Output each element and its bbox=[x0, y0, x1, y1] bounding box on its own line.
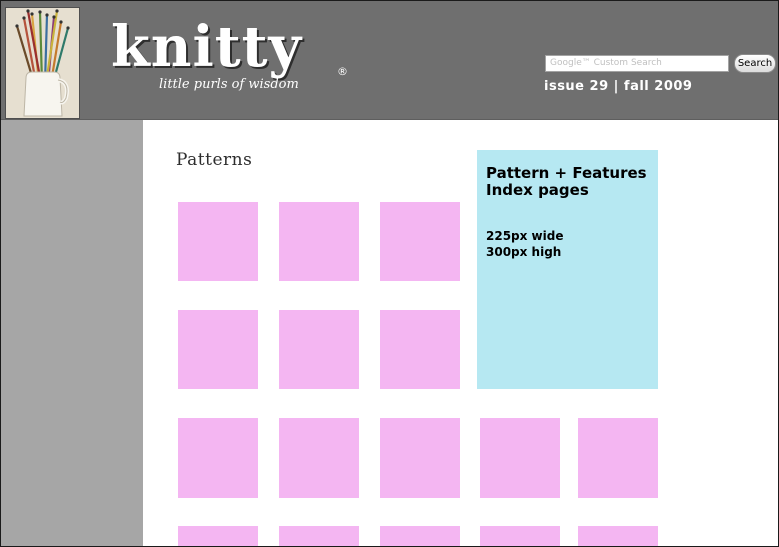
pattern-thumbnail[interactable] bbox=[178, 310, 258, 389]
left-sidebar bbox=[1, 120, 143, 546]
pattern-thumbnail[interactable] bbox=[380, 310, 460, 389]
search-input[interactable]: Google™ Custom Search bbox=[545, 55, 729, 72]
pattern-thumbnail[interactable] bbox=[279, 202, 359, 281]
page-title: Patterns bbox=[176, 150, 253, 170]
registered-trademark: ® bbox=[337, 65, 348, 78]
feature-box-title: Pattern + Features Index pages bbox=[486, 164, 647, 199]
pattern-thumbnail[interactable] bbox=[380, 202, 460, 281]
pattern-thumbnail[interactable] bbox=[178, 418, 258, 498]
pattern-thumbnail[interactable] bbox=[578, 418, 658, 498]
pattern-thumbnail[interactable] bbox=[380, 526, 460, 546]
pattern-thumbnail[interactable] bbox=[178, 202, 258, 281]
pattern-thumbnail[interactable] bbox=[380, 418, 460, 498]
search-placeholder: Google™ Custom Search bbox=[550, 58, 662, 68]
site-logo[interactable]: knitty ® little purls of wisdom bbox=[111, 14, 348, 92]
pattern-thumbnail[interactable] bbox=[279, 418, 359, 498]
search-button[interactable]: Search bbox=[734, 54, 776, 73]
feature-box-dimensions: 225px wide 300px high bbox=[486, 229, 564, 259]
pattern-thumbnail[interactable] bbox=[279, 310, 359, 389]
pattern-thumbnail[interactable] bbox=[178, 526, 258, 546]
pattern-thumbnail[interactable] bbox=[578, 526, 658, 546]
pattern-thumbnail[interactable] bbox=[480, 418, 560, 498]
issue-label: issue 29 | fall 2009 bbox=[544, 79, 693, 94]
site-header: knitty ® little purls of wisdom Google™ … bbox=[1, 1, 778, 120]
pattern-thumbnail[interactable] bbox=[279, 526, 359, 546]
knitting-needles-photo bbox=[5, 7, 80, 119]
knitting-needles-image bbox=[6, 8, 79, 118]
logo-wordmark: knitty bbox=[111, 14, 303, 80]
site-tagline: little purls of wisdom bbox=[159, 77, 299, 92]
feature-index-box[interactable]: Pattern + Features Index pages 225px wid… bbox=[477, 150, 658, 389]
browser-viewport: knitty ® little purls of wisdom Google™ … bbox=[0, 0, 779, 547]
pattern-thumbnail[interactable] bbox=[480, 526, 560, 546]
